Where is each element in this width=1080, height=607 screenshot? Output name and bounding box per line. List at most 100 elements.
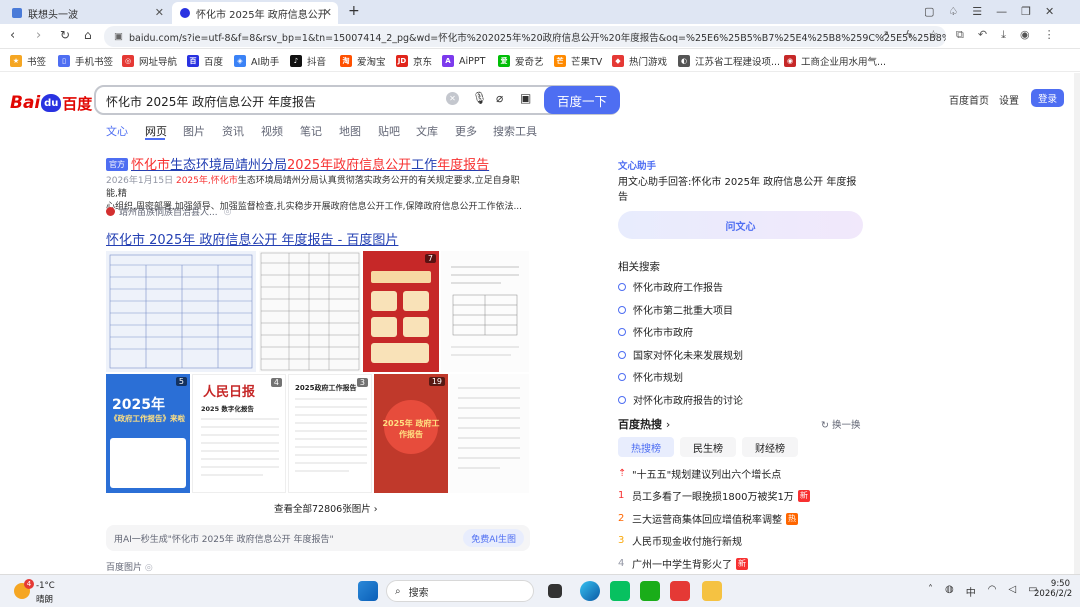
bookmark-item[interactable]: ★ 书签 [10,53,46,69]
edge-icon[interactable] [580,581,600,601]
chevron-up-icon[interactable]: ˄ [928,584,933,599]
hot-item[interactable]: 4 广州一中学生背影火了新 [618,556,748,571]
home-icon[interactable]: ⌂ [84,28,92,42]
maximize-icon[interactable]: ❐ [1021,5,1031,18]
tab-notes[interactable]: 笔记 [300,123,322,139]
image-thumb[interactable] [106,251,256,372]
bookmark-item[interactable]: ◈ AI助手 [234,53,279,69]
result-title[interactable]: 怀化市生态环境局靖州分局2025年政府信息公开工作年度报告 [131,154,489,173]
new-tab-button[interactable]: + [348,3,360,19]
forward-icon[interactable]: › [36,28,41,43]
image-thumb[interactable]: 人民日报 2025 数字化报告 4 [192,374,286,493]
bookmark-item[interactable]: 淘爱淘宝 [340,53,386,69]
image-thumb[interactable]: 2025政府工作报告 3 [288,374,372,493]
wifi-icon[interactable]: ◠ [988,584,997,599]
clock[interactable]: 9:50 2026/2/2 [1034,579,1072,599]
baidu-logo[interactable]: Bai du 百度 [10,92,92,114]
bookmark-item[interactable]: 爱爱奇艺 [498,53,544,69]
tab-inactive[interactable]: 联想头一波 ✕ [4,2,170,24]
image-result-title[interactable]: 怀化市 2025年 政府信息公开 年度报告 - 百度图片 [106,229,398,248]
skin-icon[interactable]: ♤ [948,5,958,18]
related-item[interactable]: 国家对怀化未来发展规划 [618,347,743,362]
ai-image-prompt[interactable]: 用AI一秒生成"怀化市 2025年 政府信息公开 年度报告" 免费AI生图 [106,525,530,551]
lightning-icon[interactable]: ϟ [905,28,912,41]
minimize-icon[interactable]: — [996,5,1007,18]
hot-item[interactable]: 3 人民币现金收付施行新规 [618,533,742,548]
refresh-button[interactable]: ↻ 换一换 [821,417,861,431]
share-icon[interactable]: ↗ [880,28,889,41]
hot-search-title[interactable]: 百度热搜 › [618,416,670,432]
profile-icon[interactable]: ◉ [1020,28,1030,42]
task-view-icon[interactable] [548,584,562,598]
lang-indicator[interactable]: 中 [966,584,976,599]
messages-icon[interactable] [640,581,660,601]
bookmark-item[interactable]: 百百度 [187,53,223,69]
bookmark-item[interactable]: ◎ 网址导航 [122,53,177,69]
hot-item[interactable]: 2 三大运营商集体回应增值税率调整热 [618,511,798,526]
related-item[interactable]: 怀化市第二批重大项目 [618,302,733,317]
bookmark-item[interactable]: ▯ 手机书签 [58,53,113,69]
volume-icon[interactable]: ◁ [1008,584,1016,599]
tab-images[interactable]: 图片 [183,123,205,139]
result-source[interactable]: 靖州苗族侗族自治县人... ◎ [106,205,231,218]
ai-image-button[interactable]: 免费AI生图 [463,529,524,547]
bookmark-item[interactable]: JD 京东 [396,53,432,69]
close-tab-icon[interactable]: ✕ [323,6,332,19]
refresh-icon[interactable]: ↻ [60,28,70,42]
tab-wenxin[interactable]: 文心 [106,123,128,139]
view-all-images-link[interactable]: 查看全部72806张图片 › [274,501,378,515]
related-item[interactable]: 怀化市政府工作报告 [618,279,723,294]
ask-wenxin-button[interactable]: 问文心 [618,211,863,239]
tab-search-tools[interactable]: 搜索工具 [493,123,537,139]
bookmark-item[interactable]: ♪ 抖音 [290,53,326,69]
image-thumb[interactable] [441,251,529,372]
tab-active[interactable]: 怀化市 2025年 政府信息公开 年度 ✕ [172,2,338,24]
antivirus-icon[interactable]: ◍ [945,584,954,599]
attachment-icon[interactable]: ⌀ [496,91,503,105]
star-icon[interactable]: ☆ [928,28,938,41]
related-item[interactable]: 怀化市市政府 [618,324,693,339]
close-tab-icon[interactable]: ✕ [155,6,164,19]
image-thumb[interactable] [450,374,529,493]
search-button[interactable]: 百度一下 [544,86,620,114]
tab-wenku[interactable]: 文库 [416,123,438,139]
hot-tab[interactable]: 民生榜 [680,437,736,457]
hot-tab-active[interactable]: 热搜榜 [618,437,674,457]
wps-icon[interactable] [670,581,690,601]
back-icon[interactable]: ‹ [10,28,15,43]
hot-item[interactable]: 1 员工多看了一眼挽损1800万被奖1万新 [618,488,810,503]
tab-maps[interactable]: 地图 [339,123,361,139]
microphone-icon[interactable]: 🎙︎ [472,91,487,105]
image-thumb[interactable]: 2025年 《政府工作报告》来啦 5 [106,374,190,493]
sidebar-toggle-icon[interactable]: ▢ [924,5,934,18]
windows-start-icon[interactable] [358,581,378,601]
close-window-icon[interactable]: ✕ [1045,5,1054,18]
download-icon[interactable]: ⤓ [1001,28,1006,42]
extensions-icon[interactable]: ⧉ [956,28,964,42]
scrollbar[interactable] [1074,73,1080,574]
tab-tieba[interactable]: 贴吧 [378,123,400,139]
undo-icon[interactable]: ↶ [978,28,987,42]
more-icon[interactable]: ⋮ [1044,28,1055,42]
baidu-home-link[interactable]: 百度首页 [949,92,989,107]
tab-web[interactable]: 网页 [145,123,167,139]
wechat-icon[interactable] [610,581,630,601]
bookmark-item[interactable]: ◐ 江苏省工程建设项... [678,53,780,69]
bookmark-item[interactable]: ◉ 工商企业用水用气... [784,53,886,69]
image-source[interactable]: 百度图片 ◎ [106,560,153,573]
menu-icon[interactable]: ☰ [972,5,982,18]
related-item[interactable]: 对怀化市政府报告的讨论 [618,392,743,407]
taskbar-search[interactable]: ⌕ 搜索 [386,580,534,602]
settings-link[interactable]: 设置 [999,92,1019,107]
clear-icon[interactable]: ✕ [446,92,459,105]
weather-widget[interactable]: 4 -1°C 晴朗 [14,579,74,605]
related-item[interactable]: 怀化市规划 [618,369,683,384]
hot-tab[interactable]: 财经榜 [742,437,798,457]
camera-icon[interactable]: ▣ [520,91,531,105]
tab-videos[interactable]: 视频 [261,123,283,139]
tab-more[interactable]: 更多 [455,123,477,139]
tab-news[interactable]: 资讯 [222,123,244,139]
image-thumb[interactable]: 2025年 政府工作报告 19 [374,374,448,493]
image-thumb[interactable] [259,251,361,372]
hot-item[interactable]: ⇡ "十五五"规划建议列出六个增长点 [618,466,781,481]
